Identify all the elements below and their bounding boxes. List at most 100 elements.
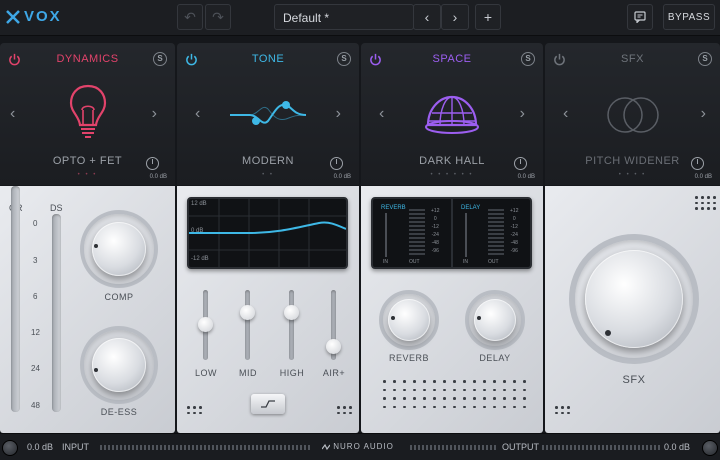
output-gain-knob[interactable] (691, 157, 704, 170)
output-gain-knob[interactable] (146, 157, 159, 170)
eq-mode-button[interactable] (251, 394, 285, 414)
grill-dots (337, 406, 352, 414)
mid-fader[interactable] (240, 305, 255, 320)
nuro-logo-icon (321, 443, 331, 451)
output-gain-knob[interactable] (514, 157, 527, 170)
output-label: OUTPUT (502, 442, 539, 452)
dynamics-controls: GR DS 0 3 6 12 24 48 COMP DE-ESS (0, 186, 175, 433)
delay-scale: +12 0 -12 -24 -48 -96 (510, 208, 519, 254)
reverb-scale: +12 0 -12 -24 -48 -96 (431, 208, 440, 254)
output-gain-knob[interactable] (702, 440, 718, 456)
sfx-knob[interactable] (585, 250, 683, 348)
delay-out-meter (488, 209, 504, 257)
redo-button[interactable]: ↷ (205, 4, 231, 30)
air-fader[interactable] (326, 339, 341, 354)
comp-label: COMP (104, 292, 134, 302)
app-logo: VOX (6, 8, 62, 25)
preset-selector[interactable]: Default * (274, 4, 414, 30)
input-gain-knob[interactable] (2, 440, 18, 456)
bulb-icon (69, 84, 106, 138)
chevron-left-icon[interactable]: ‹ (10, 105, 15, 123)
tone-controls: 12 dB 0 dB -12 dB LOW MID HIGH AIR+ (177, 186, 359, 433)
preset-prev-button[interactable]: ‹ (413, 4, 441, 30)
ds-meter (52, 214, 61, 412)
mid-label: MID (239, 368, 257, 378)
speaker-grill (383, 380, 526, 408)
chevron-right-icon[interactable]: › (152, 105, 157, 123)
eq-display: 12 dB 0 dB -12 dB (187, 197, 348, 269)
dynamics-panel: DYNAMICS S ‹ › OPTO + FET • • • 0.0 dB (0, 43, 175, 185)
meter-scale: 3 (33, 256, 38, 265)
knob-indicator (477, 316, 481, 320)
reverb-in-meter (385, 213, 387, 257)
eq-curve-icon (230, 101, 307, 125)
x-logo-icon (6, 9, 20, 24)
reverb-meter-label: REVERB (381, 205, 406, 211)
chevron-right-icon[interactable]: › (520, 105, 525, 123)
reverb-knob[interactable] (388, 299, 430, 341)
dome-hall-icon (425, 95, 479, 134)
grill-dots (555, 406, 570, 414)
space-controls: REVERB DELAY +12 0 -12 -24 -48 -96 +12 0 -12 -24… (361, 186, 543, 433)
in-label: IN (383, 259, 388, 265)
feedback-button[interactable] (627, 4, 653, 30)
input-db: 0.0 dB (27, 442, 54, 452)
knob-indicator (605, 330, 611, 336)
output-gain-knob[interactable] (330, 157, 343, 170)
input-label: INPUT (62, 442, 89, 452)
out-label: OUT (409, 259, 420, 265)
undo-icon: ↶ (184, 8, 196, 25)
tone-panel: TONE S ‹ › MODERN • • 0.0 dB (177, 43, 359, 185)
preset-next-button[interactable]: › (441, 4, 469, 30)
knob-indicator (391, 316, 395, 320)
high-fader[interactable] (284, 305, 299, 320)
reverb-label: REVERB (388, 353, 429, 363)
eq-scale: 12 dB (191, 201, 207, 207)
solo-icon[interactable]: S (153, 52, 167, 66)
chevron-left-icon[interactable]: ‹ (563, 105, 568, 123)
eq-scale: -12 dB (191, 256, 209, 262)
delay-meter-label: DELAY (461, 205, 481, 211)
bypass-button[interactable]: BYPASS (663, 4, 715, 30)
sfx-panel: SFX S ‹ › PITCH WIDENER • • • • 0.0 dB (545, 43, 720, 185)
bottom-bar: 0.0 dB INPUT NURO AUDIO OUTPUT 0.0 dB (0, 433, 720, 460)
chevron-right-icon: › (452, 9, 458, 25)
module-title: DYNAMICS (56, 53, 119, 65)
grill-dots (695, 196, 716, 210)
solo-icon[interactable]: S (337, 52, 351, 66)
chevron-left-icon[interactable]: ‹ (195, 105, 200, 123)
redo-icon: ↷ (212, 8, 224, 25)
shelf-icon (261, 400, 275, 408)
solo-icon[interactable]: S (521, 52, 535, 66)
widener-circles-icon (606, 97, 659, 133)
deess-knob[interactable] (92, 338, 146, 392)
solo-icon[interactable]: S (698, 52, 712, 66)
chevron-right-icon[interactable]: › (336, 105, 341, 123)
output-meter-left (410, 445, 498, 450)
knob-indicator (94, 368, 98, 372)
input-meter (100, 445, 310, 450)
gain-value: 0.0 dB (149, 174, 167, 180)
gain-value: 0.0 dB (694, 174, 712, 180)
chevron-left-icon: ‹ (424, 9, 430, 25)
chevron-left-icon[interactable]: ‹ (379, 105, 384, 123)
add-preset-button[interactable]: + (475, 4, 501, 30)
output-meter (542, 445, 660, 450)
delay-label: DELAY (479, 353, 511, 363)
chevron-right-icon[interactable]: › (701, 105, 706, 123)
high-fader-track (289, 290, 294, 360)
delay-knob[interactable] (474, 299, 516, 341)
in-label: IN (463, 259, 468, 265)
page-dots: • • • • • • (430, 172, 474, 178)
low-fader[interactable] (198, 317, 213, 332)
undo-button[interactable]: ↶ (177, 4, 203, 30)
gr-meter (11, 186, 20, 412)
eq-graph (189, 199, 346, 267)
comp-knob[interactable] (92, 222, 146, 276)
output-db: 0.0 dB (664, 442, 691, 452)
mid-fader-track (245, 290, 250, 360)
low-label: LOW (194, 368, 217, 378)
meter-scale: 48 (31, 401, 40, 410)
ds-label: DS (50, 203, 63, 213)
app-name: VOX (24, 8, 62, 25)
